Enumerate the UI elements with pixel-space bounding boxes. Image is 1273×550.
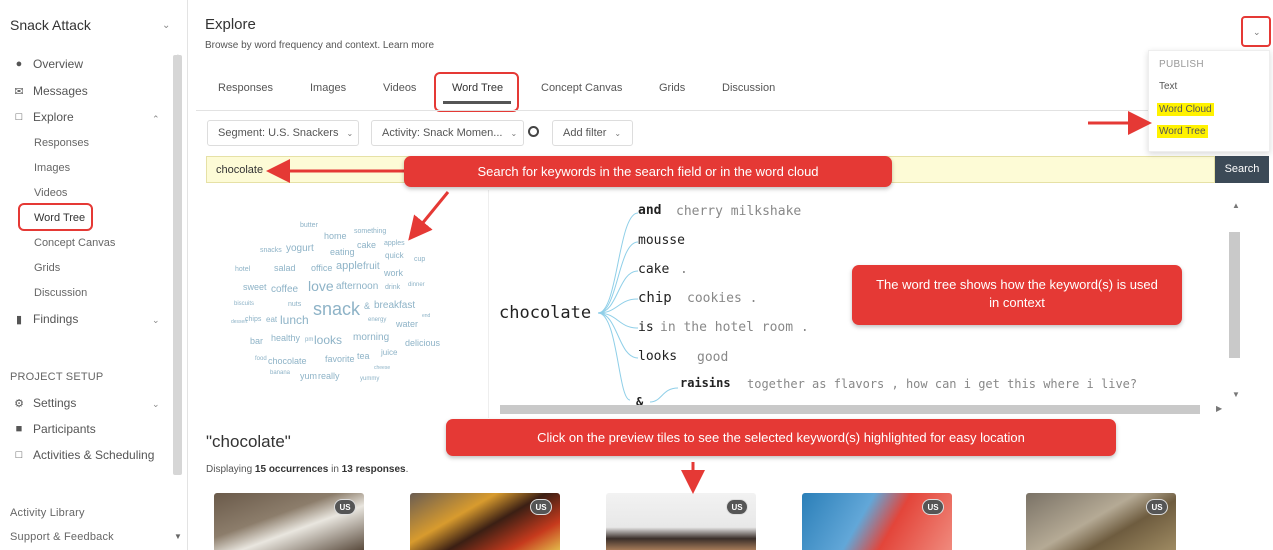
word-tree-callout: The word tree shows how the keyword(s) i…: [852, 265, 1182, 325]
preview-tiles-callout: Click on the preview tiles to see the se…: [446, 419, 1116, 456]
arrow-to-word-cloud: [408, 191, 450, 241]
search-callout: Search for keywords in the search field …: [404, 156, 892, 187]
